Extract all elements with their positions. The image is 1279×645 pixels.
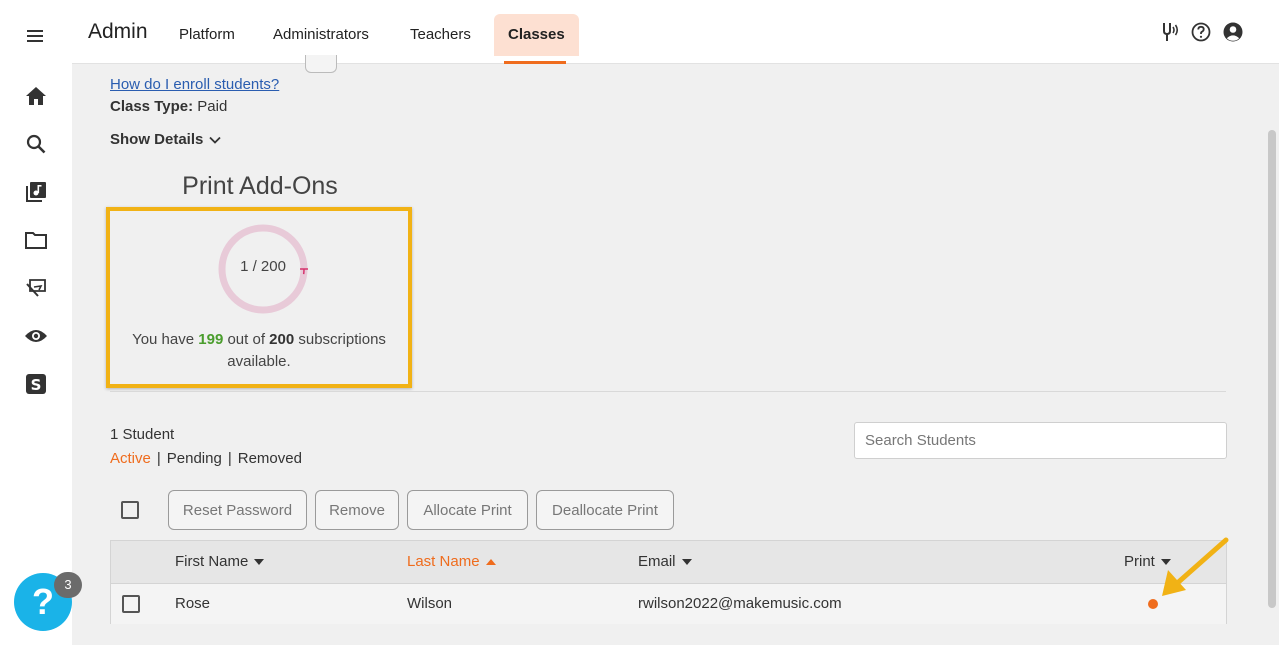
tab-platform[interactable]: Platform — [165, 14, 249, 56]
student-status-filters: Active | Pending | Removed — [110, 450, 302, 467]
gauge-text: 1 / 200 — [240, 258, 286, 275]
column-last-name[interactable]: Last Name — [407, 553, 496, 570]
section-divider — [110, 391, 1226, 392]
sort-down-icon — [254, 558, 265, 565]
scrollbar-thumb[interactable] — [1268, 130, 1276, 608]
tab-administrators[interactable]: Administrators — [259, 14, 383, 56]
filter-removed[interactable]: Removed — [238, 450, 302, 467]
column-email-label: Email — [638, 553, 676, 570]
sort-up-icon — [485, 558, 496, 565]
folder-icon[interactable] — [24, 228, 48, 252]
help-circle-icon[interactable] — [1190, 21, 1212, 43]
home-icon[interactable] — [24, 84, 48, 108]
edit-button-partial[interactable] — [305, 55, 337, 73]
assignment-icon[interactable] — [24, 276, 48, 300]
column-first-name-label: First Name — [175, 553, 249, 570]
show-details-toggle[interactable]: Show Details — [110, 131, 221, 148]
account-icon[interactable] — [1222, 21, 1244, 43]
column-last-name-label: Last Name — [407, 553, 480, 570]
chevron-down-icon — [209, 136, 221, 144]
column-first-name[interactable]: First Name — [175, 553, 265, 570]
cell-last-name: Wilson — [407, 595, 453, 612]
svg-text:S: S — [31, 376, 42, 394]
filter-pending[interactable]: Pending — [167, 450, 222, 467]
remove-button[interactable]: Remove — [315, 490, 399, 530]
enroll-help-link[interactable]: How do I enroll students? — [110, 76, 279, 93]
annotation-arrow-icon — [1162, 537, 1229, 596]
cell-first-name: Rose — [175, 595, 211, 612]
active-tab-indicator — [504, 61, 566, 64]
sort-down-icon — [681, 558, 692, 565]
show-details-label: Show Details — [110, 131, 204, 148]
cell-email: rwilson2022@makemusic.com — [638, 595, 842, 612]
search-icon[interactable] — [24, 132, 48, 156]
tuning-fork-icon[interactable] — [1158, 21, 1180, 43]
select-all-checkbox[interactable] — [121, 501, 139, 519]
filter-separator: | — [156, 450, 161, 467]
allocate-print-button[interactable]: Allocate Print — [407, 490, 528, 530]
available-count: 199 — [198, 331, 224, 348]
brand-title: Admin — [88, 20, 148, 43]
row-checkbox[interactable] — [122, 595, 140, 613]
filter-active[interactable]: Active — [110, 450, 151, 467]
left-rail: S — [0, 0, 72, 645]
print-addons-title: Print Add-Ons — [182, 172, 338, 200]
deallocate-print-button[interactable]: Deallocate Print — [536, 490, 674, 530]
table-row[interactable]: Rose Wilson rwilson2022@makemusic.com — [111, 583, 1226, 624]
class-type-label: Class Type: — [110, 98, 194, 115]
smartmusic-icon[interactable]: S — [24, 372, 48, 396]
filter-separator: | — [227, 450, 232, 467]
subscriptions-summary: You have 199 out of 200 subscriptions av… — [122, 329, 396, 373]
summary-prefix: You have — [132, 331, 195, 348]
student-count: 1 Student — [110, 426, 175, 443]
summary-mid: out of — [227, 331, 265, 348]
search-students-input[interactable] — [854, 422, 1227, 459]
class-type: Class Type: Paid — [110, 98, 227, 115]
column-email[interactable]: Email — [638, 553, 692, 570]
visibility-icon[interactable] — [24, 324, 48, 348]
class-type-value: Paid — [197, 98, 228, 115]
print-addons-panel: 1 / 200 You have 199 out of 200 subscrip… — [106, 207, 412, 388]
tab-classes[interactable]: Classes — [494, 14, 579, 56]
reset-password-button[interactable]: Reset Password — [168, 490, 307, 530]
menu-icon[interactable] — [24, 24, 48, 48]
table-header: First Name Last Name Email Print — [111, 541, 1226, 583]
help-notification-badge: 3 — [54, 572, 82, 598]
tab-teachers[interactable]: Teachers — [396, 14, 485, 56]
music-library-icon[interactable] — [24, 180, 48, 204]
top-bar: Admin Platform Administrators Teachers C… — [72, 0, 1279, 64]
students-table: First Name Last Name Email Print Rose Wi… — [110, 540, 1227, 624]
total-count: 200 — [269, 331, 295, 348]
